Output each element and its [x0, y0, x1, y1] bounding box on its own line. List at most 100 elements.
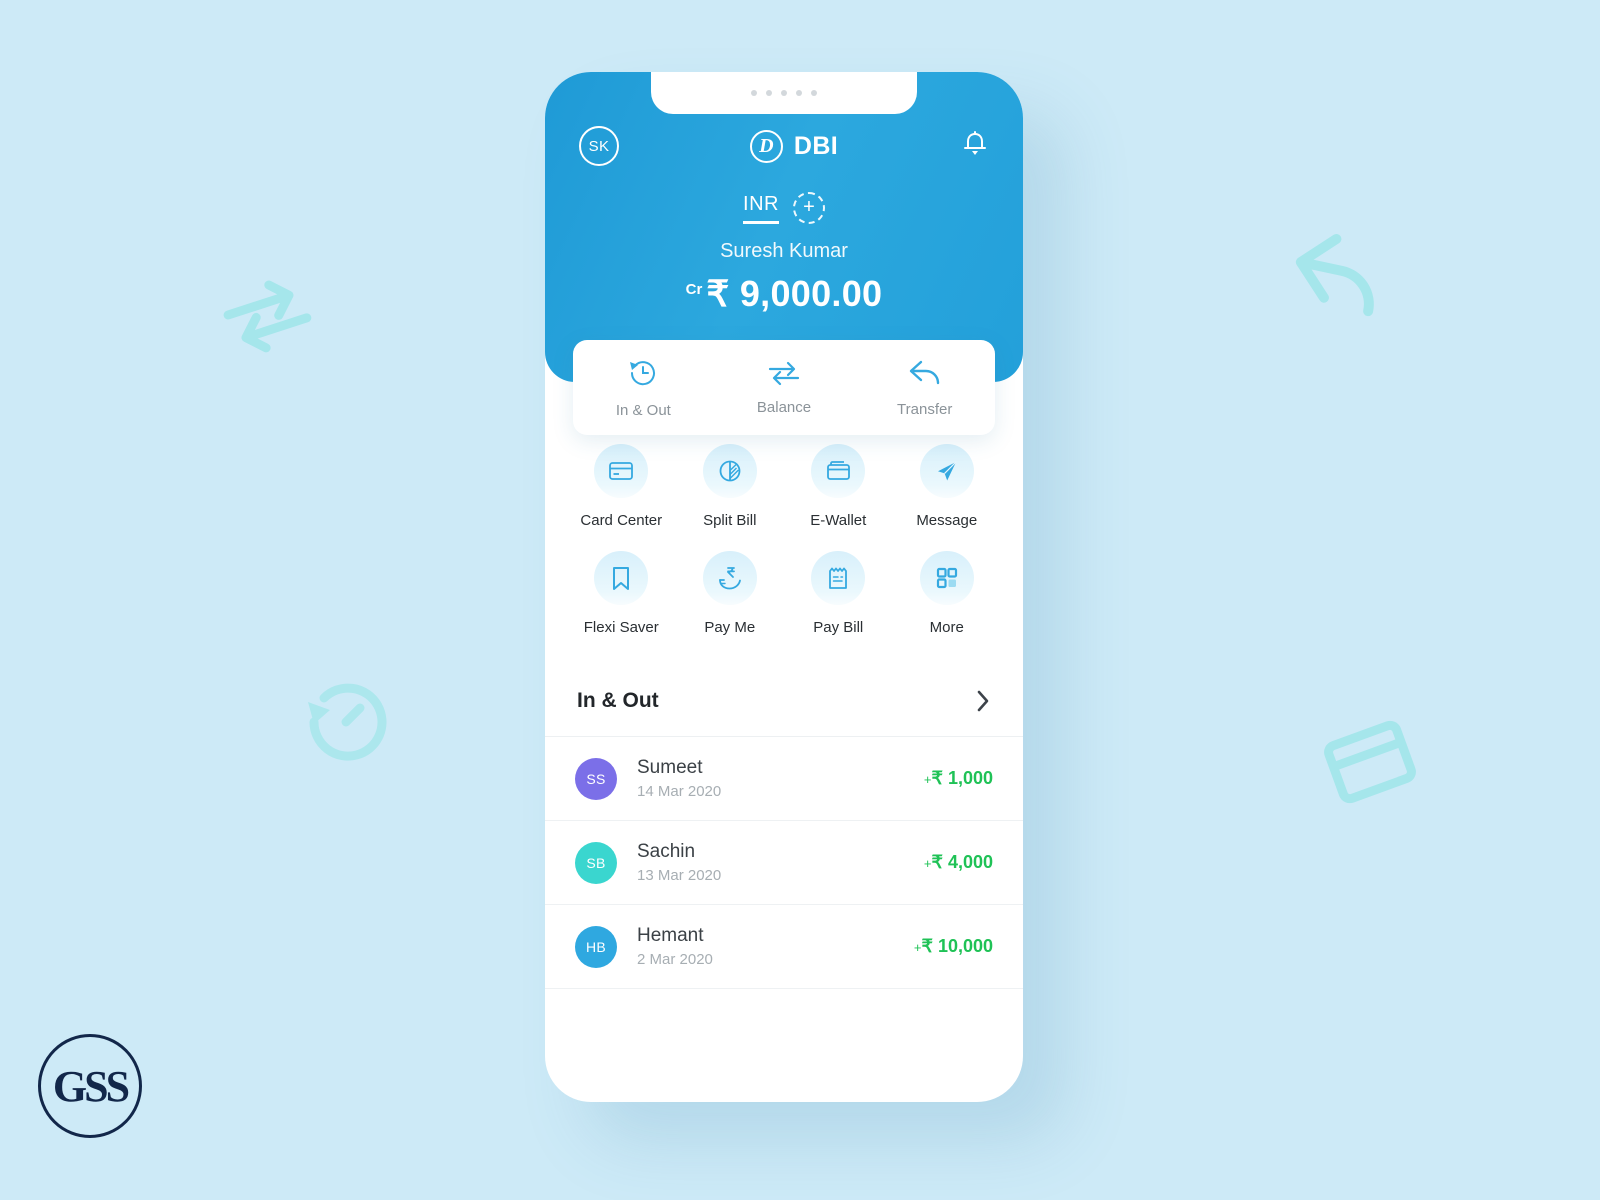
section-title: In & Out — [577, 689, 659, 712]
message-bubble — [919, 444, 974, 498]
transfer-arrow-decoration — [1286, 220, 1391, 325]
brand-logo: D DBI — [749, 129, 839, 163]
currency-code[interactable]: INR — [743, 193, 779, 224]
table-row[interactable]: SS Sumeet 14 Mar 2020 +₹ 1,000 — [545, 737, 1023, 821]
action-tabs-card: In & Out Balance Transfer — [573, 340, 995, 435]
speaker-dot — [811, 90, 817, 96]
quick-action-e-wallet[interactable]: E-Wallet — [784, 444, 893, 529]
hand-rupee-icon — [718, 567, 741, 590]
table-row[interactable]: HB Hemant 2 Mar 2020 +₹ 10,000 — [545, 905, 1023, 989]
pay-bill-bubble — [811, 551, 866, 605]
gss-watermark-logo: GSS — [38, 1034, 142, 1138]
user-avatar-initials: SK — [588, 137, 610, 155]
quick-action-card-center[interactable]: Card Center — [567, 444, 676, 529]
speaker-dot — [751, 90, 757, 96]
avatar-initials: SS — [586, 770, 606, 787]
transaction-amount: +₹ 1,000 — [924, 768, 993, 789]
quick-action-label: Flexi Saver — [583, 619, 659, 636]
quick-action-label: Card Center — [580, 512, 663, 529]
brand-name: DBI — [793, 131, 839, 160]
wallet-icon — [826, 461, 850, 480]
dbi-logo-icon: D — [749, 129, 783, 163]
tab-transfer[interactable]: Transfer — [854, 340, 995, 435]
history-clock-decoration — [294, 672, 402, 777]
notification-bell-button[interactable] — [961, 129, 989, 164]
tab-in-and-out-label: In & Out — [615, 402, 671, 419]
account-header: SK D DBI INR + Suresh Kumar Cr ₹ 9,000.0… — [545, 72, 1023, 435]
split-bill-bubble — [702, 444, 757, 498]
grid-squares-icon — [936, 567, 957, 589]
transaction-date: 13 Mar 2020 — [637, 867, 722, 884]
transaction-value: ₹ 10,000 — [921, 936, 993, 956]
quick-action-label: Message — [916, 512, 978, 529]
bell-icon — [963, 130, 986, 155]
transaction-details: Hemant 2 Mar 2020 — [637, 925, 914, 968]
add-currency-button[interactable]: + — [792, 192, 825, 224]
transaction-sign: + — [923, 856, 932, 871]
phone-mockup: SK D DBI INR + Suresh Kumar Cr ₹ 9,000.0… — [545, 72, 1023, 1102]
quick-action-pay-me[interactable]: Pay Me — [676, 551, 785, 636]
tab-in-and-out[interactable]: In & Out — [573, 340, 714, 435]
table-row[interactable]: SB Sachin 13 Mar 2020 +₹ 4,000 — [545, 821, 1023, 905]
tab-balance-label: Balance — [756, 399, 812, 416]
avatar: HB — [575, 925, 617, 968]
quick-action-message[interactable]: Message — [893, 444, 1002, 529]
currency-selector: INR + — [545, 192, 1023, 224]
avatar: SS — [575, 757, 617, 800]
wallet-decoration — [1318, 712, 1422, 817]
exchange-arrows-icon — [768, 361, 800, 386]
transaction-details: Sumeet 14 Mar 2020 — [637, 757, 924, 800]
e-wallet-bubble — [811, 444, 866, 498]
account-holder-name: Suresh Kumar — [720, 240, 848, 262]
quick-action-split-bill[interactable]: Split Bill — [676, 444, 785, 529]
card-center-bubble — [594, 444, 649, 498]
in-and-out-section-header[interactable]: In & Out — [545, 688, 1023, 737]
pay-me-bubble — [702, 551, 757, 605]
transaction-list: SS Sumeet 14 Mar 2020 +₹ 1,000 SB Sachin… — [545, 737, 1023, 989]
gss-watermark-text: GSS — [52, 1061, 130, 1111]
quick-action-label: Split Bill — [703, 512, 757, 529]
transaction-value: ₹ 1,000 — [931, 768, 994, 788]
exchange-arrows-decoration — [212, 268, 322, 368]
brand-mark-letter: D — [759, 135, 774, 157]
bookmark-icon — [613, 566, 630, 590]
plus-icon: + — [803, 196, 815, 218]
quick-action-label: Pay Me — [704, 619, 756, 636]
quick-action-label: E-Wallet — [810, 512, 867, 529]
user-avatar[interactable]: SK — [579, 126, 619, 166]
tab-transfer-label: Transfer — [897, 401, 953, 418]
speaker-dot — [781, 90, 787, 96]
balance-credit-prefix: Cr — [685, 281, 703, 298]
quick-action-pay-bill[interactable]: Pay Bill — [784, 551, 893, 636]
transaction-date: 14 Mar 2020 — [637, 783, 722, 800]
speaker-dot — [766, 90, 772, 96]
history-clock-icon — [630, 361, 656, 386]
tab-balance[interactable]: Balance — [714, 340, 855, 435]
transaction-name: Sumeet — [637, 757, 703, 778]
receipt-icon — [829, 567, 848, 589]
reply-arrow-icon — [909, 360, 939, 385]
credit-card-icon — [609, 462, 634, 480]
flexi-saver-bubble — [594, 551, 649, 605]
transaction-date: 2 Mar 2020 — [637, 951, 713, 968]
quick-action-more[interactable]: More — [893, 551, 1002, 636]
avatar-initials: HB — [585, 938, 607, 955]
transaction-details: Sachin 13 Mar 2020 — [637, 841, 924, 884]
transaction-value: ₹ 4,000 — [931, 852, 994, 872]
transaction-amount: +₹ 4,000 — [924, 852, 993, 873]
transaction-name: Sachin — [637, 841, 696, 862]
avatar-initials: SB — [586, 854, 606, 871]
quick-actions-grid: Card Center Split Bill E-Wallet Message … — [545, 444, 1023, 636]
speaker-dot — [796, 90, 802, 96]
phone-notch — [651, 72, 917, 114]
pie-split-icon — [719, 460, 741, 482]
quick-action-label: More — [929, 619, 964, 636]
app-topbar: SK D DBI — [545, 110, 1023, 166]
more-bubble — [919, 551, 974, 605]
paper-plane-icon — [938, 461, 957, 481]
quick-action-flexi-saver[interactable]: Flexi Saver — [567, 551, 676, 636]
account-balance: Cr ₹ 9,000.00 — [545, 273, 1023, 315]
chevron-right-icon[interactable] — [975, 688, 991, 714]
transaction-name: Hemant — [637, 925, 704, 946]
quick-action-label: Pay Bill — [813, 619, 864, 636]
